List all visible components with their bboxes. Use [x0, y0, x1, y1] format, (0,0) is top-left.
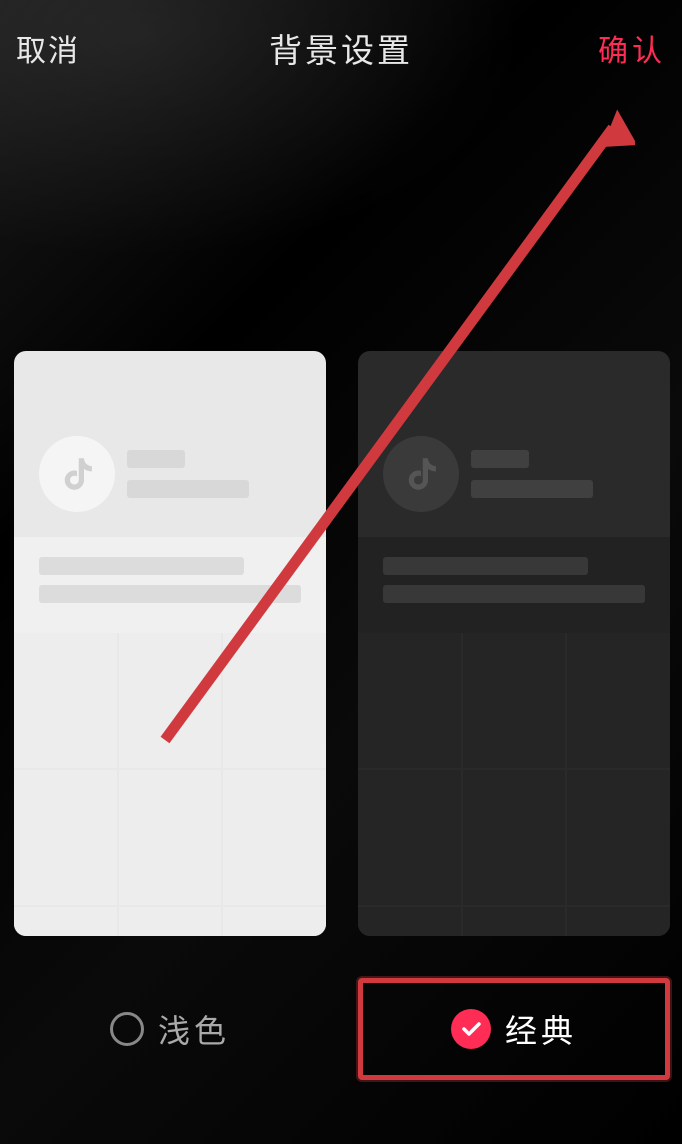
dark-label-text: 经典 — [505, 1006, 577, 1052]
dark-option-label[interactable]: 经典 — [358, 978, 670, 1080]
theme-option-dark[interactable]: 经典 — [358, 351, 670, 1080]
light-label-text: 浅色 — [158, 1006, 230, 1052]
preview-avatar-icon — [383, 436, 459, 512]
preview-grid — [358, 633, 670, 936]
theme-options-container: 浅色 — [0, 351, 682, 1080]
light-option-label[interactable]: 浅色 — [14, 978, 326, 1080]
preview-avatar-icon — [39, 436, 115, 512]
preview-text-lines — [471, 450, 593, 498]
radio-unchecked-icon — [110, 1012, 144, 1046]
preview-text-lines — [127, 450, 249, 498]
page-title: 背景设置 — [269, 24, 413, 72]
dark-theme-preview — [358, 351, 670, 936]
preview-profile-header — [358, 351, 670, 532]
preview-body — [14, 537, 326, 633]
preview-profile-header — [14, 351, 326, 532]
preview-body — [358, 537, 670, 633]
light-theme-preview — [14, 351, 326, 936]
confirm-button[interactable]: 确认 — [598, 26, 666, 70]
preview-grid — [14, 633, 326, 936]
header-bar: 取消 背景设置 确认 — [0, 0, 682, 95]
cancel-button[interactable]: 取消 — [16, 26, 80, 70]
theme-option-light[interactable]: 浅色 — [14, 351, 326, 1080]
check-circle-icon — [451, 1009, 491, 1049]
